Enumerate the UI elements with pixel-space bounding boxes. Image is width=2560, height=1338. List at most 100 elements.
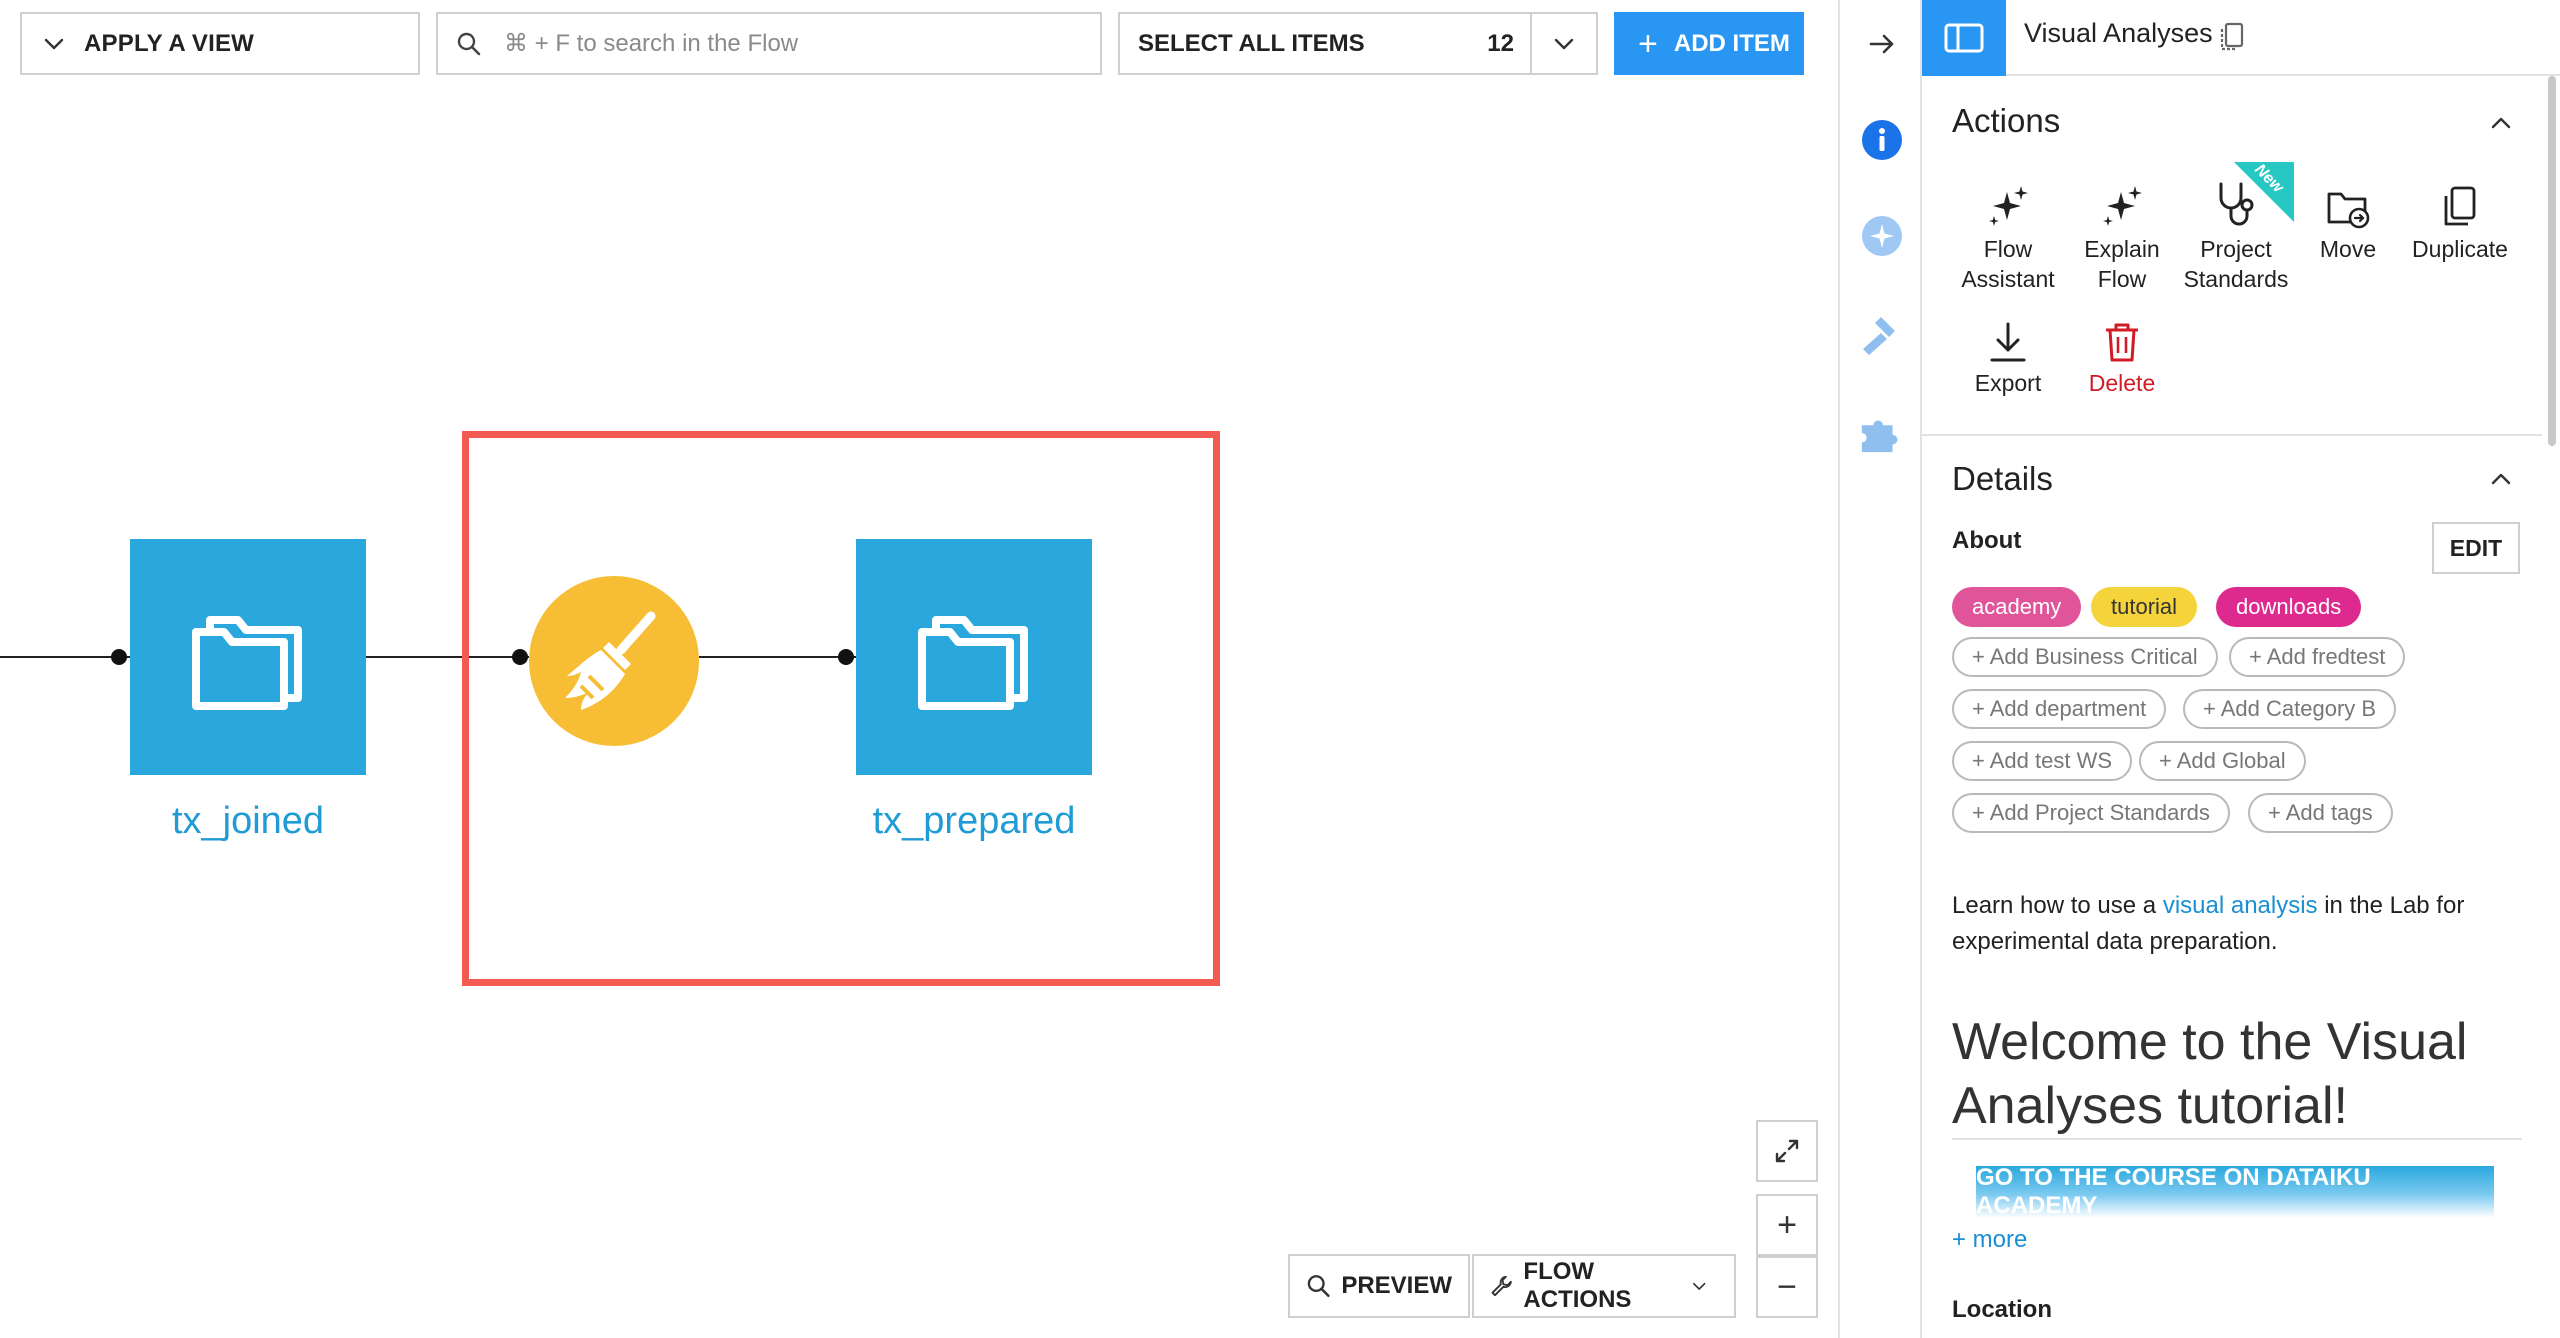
select-all-dropdown[interactable]: SELECT ALL ITEMS 12 [1118, 12, 1598, 75]
add-item-label: ADD ITEM [1673, 29, 1790, 57]
add-tag-button[interactable]: + Add Category B [2183, 689, 2397, 729]
zoom-in-button[interactable]: + [1756, 1194, 1818, 1256]
chevron-up-icon [2491, 117, 2511, 129]
select-all-label[interactable]: SELECT ALL ITEMS [1138, 30, 1487, 58]
search-placeholder: ⌘ + F to search in the Flow [504, 30, 799, 57]
action-label: Duplicate [2412, 236, 2508, 262]
plus-icon: + [1777, 1205, 1797, 1244]
actions-collapse-button[interactable] [2488, 110, 2514, 141]
export-action[interactable]: Export [1952, 306, 2064, 398]
flow-actions-button[interactable]: FLOW ACTIONS [1472, 1254, 1736, 1318]
action-label: Explain [2084, 236, 2160, 262]
sparkle-icon [2103, 186, 2142, 226]
explain-flow-action[interactable]: Explain Flow [2066, 172, 2178, 294]
select-menu-toggle[interactable] [1530, 14, 1596, 73]
plus-icon: + [1638, 24, 1658, 63]
action-label: Delete [2088, 370, 2156, 396]
apply-view-dropdown[interactable]: APPLY A VIEW [20, 12, 420, 75]
panel-scrollbar[interactable] [2548, 76, 2556, 446]
panel-toggle-button[interactable] [1922, 0, 2006, 76]
actions-tab[interactable] [1858, 310, 1906, 358]
tag-academy[interactable]: academy [1952, 587, 2082, 627]
wrench-icon [1491, 1275, 1512, 1297]
chevron-up-icon [2491, 473, 2511, 485]
location-label: Location [1952, 1296, 2052, 1323]
sidebar-icon [1944, 23, 1984, 53]
info-tab[interactable] [1858, 116, 1906, 164]
action-label: Move [2319, 236, 2377, 262]
action-label: Standards [2183, 266, 2289, 292]
ai-sparkle-icon [1862, 216, 1902, 256]
search-icon [457, 32, 481, 55]
search-icon [1307, 1275, 1330, 1298]
action-label: Flow [1983, 236, 2033, 262]
add-tag-button[interactable]: + Add tags [2248, 793, 2393, 833]
add-tag-button[interactable]: + Add department [1952, 689, 2167, 729]
action-label: Flow [2097, 266, 2147, 292]
flow-search-input[interactable]: ⌘ + F to search in the Flow [436, 12, 1102, 75]
add-tag-button[interactable]: + Add Project Standards [1952, 793, 2230, 833]
copy-icon [2220, 22, 2244, 51]
description-text: Learn how to use a [1952, 892, 2163, 919]
details-section-title: Details [1952, 460, 2053, 497]
academy-course-button[interactable]: GO TO THE COURSE ON DATAIKU ACADEMY [1976, 1164, 2494, 1219]
right-rail [1838, 0, 1922, 1338]
preview-button[interactable]: PREVIEW [1288, 1254, 1470, 1318]
info-icon [1862, 120, 1902, 160]
ai-assistant-tab[interactable] [1858, 212, 1906, 260]
fit-view-button[interactable] [1756, 1120, 1818, 1182]
add-tag-button[interactable]: + Add Global [2139, 741, 2306, 781]
project-description: Learn how to use a visual analysis in th… [1952, 888, 2512, 960]
expand-icon [1775, 1139, 1799, 1163]
flow-assistant-action[interactable]: Flow Assistant [1952, 172, 2064, 294]
duplicate-icon [2444, 186, 2476, 226]
add-tag-button[interactable]: + Add test WS [1952, 741, 2133, 781]
about-label: About [1952, 527, 2022, 554]
panel-header: Visual Analyses [1922, 0, 2560, 76]
dataset-label[interactable]: tx_joined [78, 800, 418, 843]
tag-tutorial[interactable]: tutorial [2091, 587, 2198, 627]
flow-canvas[interactable]: APPLY A VIEW ⌘ + F to search in the Flow… [0, 0, 1838, 1338]
edit-button[interactable]: EDIT [2432, 522, 2520, 574]
delete-action[interactable]: Delete [2066, 306, 2178, 398]
add-tag-button[interactable]: + Add Business Critical [1952, 637, 2218, 677]
action-label: Assistant [1961, 266, 2055, 292]
add-item-button[interactable]: + ADD ITEM [1614, 12, 1804, 75]
more-link[interactable]: + more [1952, 1226, 2027, 1254]
move-action[interactable]: Move [2292, 172, 2404, 264]
select-count: 12 [1487, 29, 1514, 57]
details-collapse-button[interactable] [2488, 466, 2514, 497]
panel-title: Visual Analyses [2024, 18, 2213, 48]
puzzle-icon [1861, 420, 1898, 453]
flow-port-dot [111, 649, 127, 665]
chevron-down-icon [44, 38, 64, 49]
arrow-right-icon [1869, 34, 1894, 54]
welcome-heading: Welcome to the Visual Analyses tutorial! [1952, 1013, 2468, 1135]
duplicate-action[interactable]: Duplicate [2404, 172, 2516, 264]
new-badge: New [2234, 162, 2294, 222]
plugins-tab[interactable] [1858, 408, 1906, 456]
chevron-down-icon [1554, 38, 1574, 49]
trash-icon [2106, 323, 2138, 362]
copy-button[interactable] [2218, 20, 2246, 57]
highlight-box [462, 431, 1220, 986]
preview-label: PREVIEW [1341, 1272, 1452, 1299]
visual-analysis-link[interactable]: visual analysis [2163, 892, 2318, 919]
section-divider [1922, 434, 2542, 436]
dataset-node-tx-joined[interactable] [130, 539, 366, 775]
chevron-down-icon [1692, 1282, 1705, 1290]
sparkle-icon [1989, 186, 2028, 226]
hammer-icon [1863, 317, 1895, 355]
flow-actions-label: FLOW ACTIONS [1523, 1258, 1632, 1313]
collapse-panel-button[interactable] [1858, 20, 1906, 68]
folder-move-icon [2327, 192, 2370, 229]
actions-section-title: Actions [1952, 102, 2061, 139]
tag-downloads[interactable]: downloads [2216, 587, 2362, 627]
zoom-out-button[interactable]: − [1756, 1256, 1818, 1318]
folder-icon [192, 616, 302, 710]
add-tag-button[interactable]: + Add fredtest [2229, 637, 2406, 677]
action-label: Export [1974, 370, 2042, 396]
minus-icon: − [1777, 1267, 1797, 1306]
download-icon [1990, 322, 2026, 362]
action-label: Project [2200, 236, 2272, 262]
